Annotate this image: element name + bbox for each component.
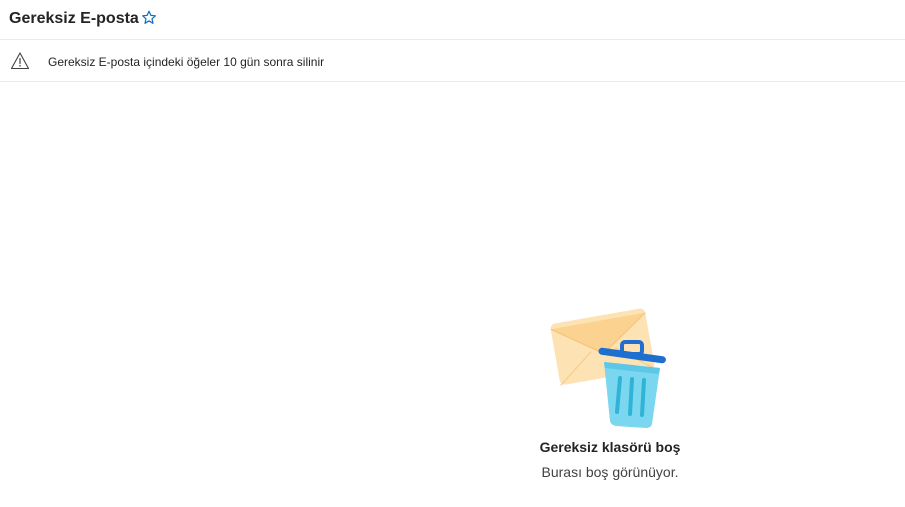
banner-text: Gereksiz E-posta içindeki öğeler 10 gün … <box>48 55 325 69</box>
empty-state-title: Gereksiz klasörü boş <box>539 439 681 455</box>
folder-title: Gereksiz E-posta <box>9 10 139 27</box>
retention-banner: Gereksiz E-posta içindeki öğeler 10 gün … <box>0 41 905 82</box>
empty-state-subtitle: Burası boş görünüyor. <box>541 464 679 480</box>
folder-header: Gereksiz E-posta <box>0 0 905 40</box>
warning-icon <box>10 52 30 70</box>
star-outline-icon <box>142 10 156 24</box>
empty-state: Gereksiz klasörü boş Burası boş görünüyo… <box>500 300 720 490</box>
favorite-button[interactable] <box>140 9 158 27</box>
junk-email-pane: Gereksiz E-posta Gereksiz E-posta içinde… <box>0 0 905 507</box>
envelope-trash-icon <box>550 308 666 428</box>
